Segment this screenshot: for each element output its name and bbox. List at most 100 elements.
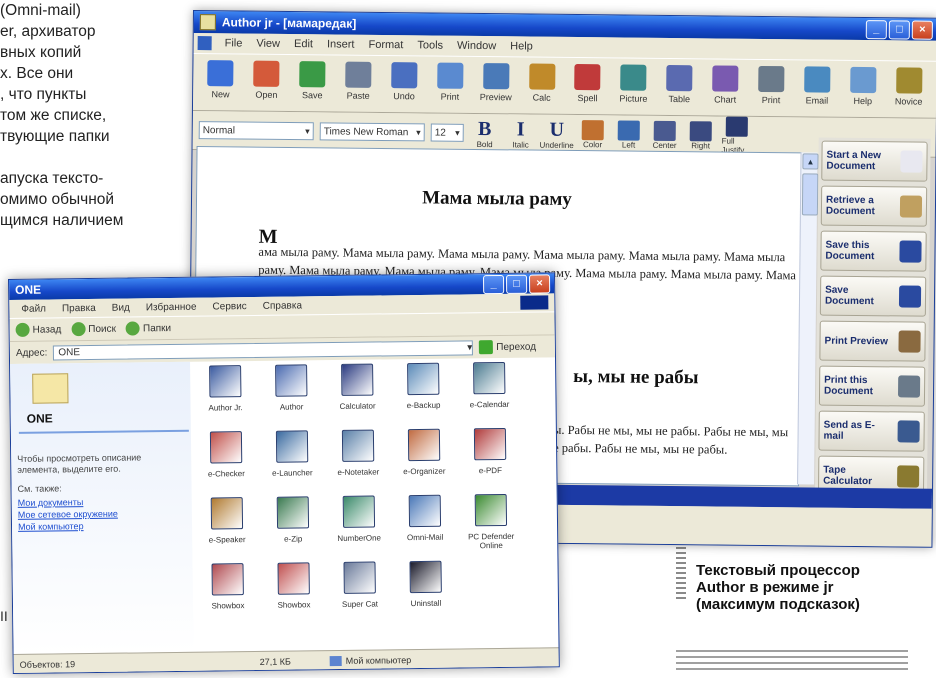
see-also-label: См. также:: [17, 483, 62, 494]
format-button[interactable]: Left: [614, 119, 644, 149]
explorer-menu-item[interactable]: Справка: [255, 300, 310, 312]
toolbar-button[interactable]: Novice: [887, 67, 930, 115]
format-button[interactable]: Full Justify: [722, 116, 752, 155]
app-icon: [473, 361, 506, 395]
font-select[interactable]: Times New Roman: [319, 122, 425, 142]
format-button[interactable]: B Bold: [470, 117, 500, 148]
format-button[interactable]: Center: [650, 120, 680, 150]
explorer-menu-item[interactable]: Файл: [13, 303, 54, 314]
go-arrow-icon: [479, 340, 494, 355]
toolbar-button[interactable]: Email: [795, 66, 838, 114]
file-icon[interactable]: e-Notetaker: [328, 429, 389, 477]
task-button[interactable]: Save Document: [819, 275, 927, 317]
explorer-toolbar-button[interactable]: Папки: [125, 321, 171, 336]
explorer-toolbar-button[interactable]: Поиск: [71, 322, 116, 337]
format-button[interactable]: I Italic: [506, 118, 536, 149]
task-button[interactable]: Save this Document: [820, 230, 927, 272]
file-icon[interactable]: PC Defender Online: [461, 493, 522, 551]
toolbar-button[interactable]: Calc: [520, 63, 563, 111]
task-icon: [898, 285, 922, 308]
menu-item[interactable]: Insert: [320, 38, 362, 50]
file-icon[interactable]: e-Backup: [393, 362, 454, 411]
toolbar-button[interactable]: Undo: [382, 62, 425, 110]
task-button[interactable]: Print this Document: [818, 365, 926, 407]
file-icon[interactable]: Uninstall: [395, 560, 456, 609]
format-button[interactable]: Right: [686, 120, 716, 150]
size-select[interactable]: 12: [430, 123, 464, 142]
task-button[interactable]: Start a New Document: [821, 140, 928, 182]
file-icon[interactable]: e-Organizer: [394, 428, 455, 477]
file-icon[interactable]: e-Launcher: [262, 430, 323, 478]
toolbar-icon: [712, 65, 739, 92]
toolbar-button[interactable]: Help: [841, 66, 884, 115]
explorer-menu-item[interactable]: Вид: [104, 302, 138, 313]
toolbar-button[interactable]: Save: [291, 61, 334, 109]
toolbar-button[interactable]: Chart: [704, 65, 747, 113]
task-button[interactable]: Retrieve a Document: [820, 185, 928, 227]
toolbar-button[interactable]: Paste: [337, 61, 380, 110]
menu-item[interactable]: Help: [503, 40, 540, 52]
toolbar-button[interactable]: Open: [245, 60, 288, 109]
link-my-computer[interactable]: Мой компьютер: [18, 521, 84, 532]
explorer-menu-item[interactable]: Правка: [54, 302, 104, 314]
task-button[interactable]: Print Preview: [819, 320, 926, 362]
toolbar-button[interactable]: Preview: [474, 63, 517, 111]
menu-item[interactable]: Window: [450, 40, 503, 53]
menu-item[interactable]: File: [218, 37, 250, 49]
chevron-down-icon[interactable]: ▾: [467, 342, 472, 353]
explorer-menu-item[interactable]: Сервис: [204, 300, 254, 312]
menu-item[interactable]: Edit: [287, 38, 320, 50]
explorer-maximize-button[interactable]: □: [505, 274, 528, 294]
address-input[interactable]: ONE ▾: [53, 339, 474, 360]
link-network-places[interactable]: Мое сетевое окружение: [18, 509, 118, 520]
file-icon[interactable]: e-Calendar: [459, 361, 520, 410]
minimize-button[interactable]: _: [865, 19, 887, 39]
menu-item[interactable]: Tools: [410, 39, 450, 51]
file-icon[interactable]: Author: [261, 364, 322, 412]
file-icon[interactable]: Showbox: [197, 563, 258, 611]
toolbar-button[interactable]: Table: [658, 64, 701, 113]
file-icon[interactable]: e-Zip: [263, 496, 324, 544]
toolbar-label: New: [211, 89, 230, 100]
explorer-close-button[interactable]: ×: [528, 273, 551, 294]
toolbar-button[interactable]: New: [199, 60, 242, 108]
toolbar-button[interactable]: Print: [749, 65, 792, 114]
link-my-documents[interactable]: Мои документы: [18, 497, 84, 508]
file-icon[interactable]: NumberOne: [329, 495, 390, 543]
menu-item[interactable]: View: [249, 38, 287, 50]
file-icon[interactable]: Omni-Mail: [395, 494, 456, 543]
format-button[interactable]: Color: [578, 119, 608, 149]
file-icon[interactable]: Calculator: [327, 363, 388, 411]
format-icon: [689, 120, 712, 141]
explorer-minimize-button[interactable]: _: [482, 274, 505, 294]
toolbar-icon: [437, 62, 464, 89]
task-icon: [897, 420, 920, 443]
vertical-scrollbar[interactable]: ▲: [797, 152, 819, 485]
divider: [18, 429, 189, 434]
go-button[interactable]: Переход: [479, 340, 536, 355]
file-icon[interactable]: e-PDF: [460, 427, 521, 476]
toolbar-label: Print: [440, 91, 460, 102]
scroll-thumb[interactable]: [801, 173, 819, 216]
toolbar-button[interactable]: Print: [428, 62, 471, 110]
file-icon[interactable]: e-Checker: [196, 431, 257, 479]
app-icon: [210, 497, 244, 530]
menu-item[interactable]: Format: [361, 39, 410, 52]
toolbar-icon: [253, 60, 280, 87]
app-icon: [341, 363, 374, 396]
toolbar-button[interactable]: Spell: [566, 64, 609, 112]
toolbar-button[interactable]: Picture: [612, 64, 655, 112]
explorer-menu-item[interactable]: Избранное: [138, 301, 205, 313]
scroll-up-icon[interactable]: ▲: [802, 153, 819, 170]
format-button[interactable]: U Underline: [539, 118, 573, 149]
task-button[interactable]: Send as E-mail: [818, 410, 925, 452]
maximize-button[interactable]: □: [888, 19, 910, 40]
file-icon[interactable]: Super Cat: [329, 561, 390, 609]
explorer-toolbar-button[interactable]: Назад: [15, 322, 62, 337]
style-select[interactable]: Normal: [198, 121, 314, 141]
file-icon[interactable]: e-Speaker: [197, 497, 258, 545]
file-icon[interactable]: Showbox: [263, 562, 324, 610]
close-button[interactable]: ×: [911, 20, 933, 40]
file-icon-label: e-Organizer: [403, 466, 446, 477]
file-icon[interactable]: Author Jr.: [195, 365, 256, 413]
